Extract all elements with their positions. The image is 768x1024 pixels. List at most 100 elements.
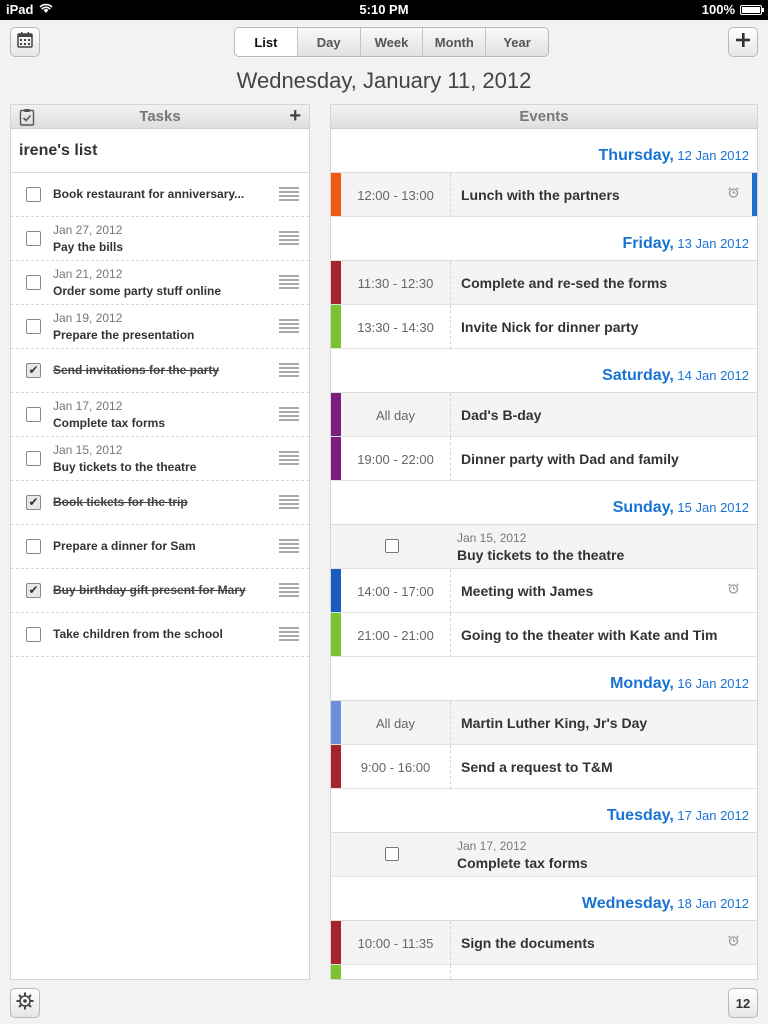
task-row[interactable]: Jan 17, 2012 Complete tax forms — [11, 393, 309, 437]
events-header: Events — [331, 105, 757, 129]
task-row[interactable]: ✔ Buy birthday gift present for Mary — [11, 569, 309, 613]
event-row[interactable]: All day Dad's B-day — [331, 393, 757, 437]
event-title: Sign the documents — [461, 935, 595, 951]
drag-handle-icon[interactable] — [279, 187, 299, 201]
add-task-icon[interactable]: + — [289, 105, 301, 128]
event-row[interactable]: 12:00 - 13:00 Lunch with the partners — [331, 173, 757, 217]
event-row[interactable]: 19:00 - 22:00 Dinner party with Dad and f… — [331, 437, 757, 481]
task-checkbox[interactable] — [385, 539, 399, 553]
alarm-icon — [728, 583, 739, 597]
tab-month[interactable]: Month — [422, 28, 485, 56]
tasks-panel: Tasks + irene's list Book restaurant for… — [10, 104, 310, 980]
event-time: All day — [341, 701, 451, 745]
event-title: Lunch with the partners — [461, 187, 620, 203]
task-checkbox[interactable] — [385, 847, 399, 861]
calendar-button[interactable] — [10, 27, 40, 57]
task-event-row[interactable]: Jan 15, 2012 Buy tickets to the theatre — [331, 525, 757, 569]
day-header: Sunday, 15 Jan 2012 — [331, 481, 757, 525]
event-list[interactable]: Thursday, 12 Jan 2012 12:00 - 13:00 Lunch … — [331, 129, 757, 979]
day-header: Thursday, 12 Jan 2012 — [331, 129, 757, 173]
task-title: Book tickets for the trip — [53, 495, 188, 509]
day-name: Saturday, — [602, 367, 674, 384]
event-time: 10:00 - 11:35 — [341, 921, 451, 965]
list-name: irene's list — [11, 129, 309, 173]
battery-icon — [740, 4, 764, 15]
event-time: 11:30 - 12:30 — [341, 261, 451, 305]
event-row[interactable]: 21:00 - 21:00 Going to the theater with K… — [331, 613, 757, 657]
event-row[interactable]: 9:00 - 16:00 Send a request to T&M — [331, 745, 757, 789]
drag-handle-icon[interactable] — [279, 363, 299, 377]
task-row[interactable]: Jan 21, 2012 Order some party stuff onlin… — [11, 261, 309, 305]
gear-icon — [16, 992, 34, 1015]
task-row[interactable]: ✔ Send invitations for the party — [11, 349, 309, 393]
event-row[interactable]: 13:30 - 14:30 Invite Nick for dinner part… — [331, 305, 757, 349]
task-checkbox[interactable] — [26, 231, 41, 246]
add-event-button[interactable] — [728, 27, 758, 57]
event-time: All day — [341, 393, 451, 437]
selection-indicator — [752, 173, 757, 216]
event-title: Dinner party with Dad and family — [461, 451, 679, 467]
task-row[interactable]: Prepare a dinner for Sam — [11, 525, 309, 569]
event-row[interactable]: All day Martin Luther King, Jr's Day — [331, 701, 757, 745]
tab-day[interactable]: Day — [296, 28, 360, 56]
calendar-color-bar — [331, 173, 341, 216]
task-checkbox[interactable] — [26, 319, 41, 334]
task-checkbox[interactable] — [26, 539, 41, 554]
task-title: Pay the bills — [53, 240, 124, 254]
settings-button[interactable] — [10, 988, 40, 1018]
task-checkbox[interactable] — [26, 187, 41, 202]
drag-handle-icon[interactable] — [279, 407, 299, 421]
task-checkbox[interactable]: ✔ — [26, 583, 41, 598]
task-checkbox[interactable] — [26, 627, 41, 642]
task-checkbox[interactable]: ✔ — [26, 363, 41, 378]
task-checkbox[interactable]: ✔ — [26, 495, 41, 510]
task-event-row[interactable]: Jan 17, 2012 Complete tax forms — [331, 833, 757, 877]
calendar-color-bar — [331, 921, 341, 964]
event-row[interactable] — [331, 965, 757, 979]
drag-handle-icon[interactable] — [279, 231, 299, 245]
task-row[interactable]: Take children from the school — [11, 613, 309, 657]
drag-handle-icon[interactable] — [279, 495, 299, 509]
task-title: Buy birthday gift present for Mary — [53, 583, 246, 597]
event-title: Meeting with James — [461, 583, 594, 599]
today-button[interactable]: 12 — [728, 988, 758, 1018]
task-title: Complete tax forms — [53, 416, 166, 430]
calendar-color-bar — [331, 613, 341, 656]
drag-handle-icon[interactable] — [279, 451, 299, 465]
task-title: Complete tax forms — [457, 855, 588, 871]
drag-handle-icon[interactable] — [279, 627, 299, 641]
day-date: 12 Jan 2012 — [677, 148, 749, 163]
drag-handle-icon[interactable] — [279, 319, 299, 333]
task-date: Jan 15, 2012 — [457, 531, 527, 545]
event-time: 13:30 - 14:30 — [341, 305, 451, 349]
task-title: Buy tickets to the theatre — [53, 460, 197, 474]
task-row[interactable]: Jan 19, 2012 Prepare the presentation — [11, 305, 309, 349]
clipboard-icon[interactable] — [19, 108, 35, 130]
tab-year[interactable]: Year — [485, 28, 548, 56]
event-title: Martin Luther King, Jr's Day — [461, 715, 648, 731]
day-date: 16 Jan 2012 — [677, 676, 749, 691]
task-title: Order some party stuff online — [53, 284, 222, 298]
day-name: Sunday, — [612, 499, 674, 516]
task-checkbox[interactable] — [26, 275, 41, 290]
event-time: 21:00 - 21:00 — [341, 613, 451, 657]
event-time: 9:00 - 16:00 — [341, 745, 451, 789]
drag-handle-icon[interactable] — [279, 539, 299, 553]
tab-list[interactable]: List — [235, 28, 297, 56]
event-row[interactable]: 11:30 - 12:30 Complete and re-sed the for… — [331, 261, 757, 305]
task-checkbox[interactable] — [26, 407, 41, 422]
task-row[interactable]: Book restaurant for anniversary... — [11, 173, 309, 217]
event-row[interactable]: 10:00 - 11:35 Sign the documents — [331, 921, 757, 965]
task-date: Jan 19, 2012 — [53, 311, 123, 325]
task-row[interactable]: Jan 15, 2012 Buy tickets to the theatre — [11, 437, 309, 481]
alarm-icon — [728, 935, 739, 949]
task-row[interactable]: ✔ Book tickets for the trip — [11, 481, 309, 525]
drag-handle-icon[interactable] — [279, 275, 299, 289]
tab-week[interactable]: Week — [359, 28, 423, 56]
event-row[interactable]: 14:00 - 17:00 Meeting with James — [331, 569, 757, 613]
task-row[interactable]: Jan 27, 2012 Pay the bills — [11, 217, 309, 261]
drag-handle-icon[interactable] — [279, 583, 299, 597]
task-title: Buy tickets to the theatre — [457, 547, 625, 563]
task-checkbox[interactable] — [26, 451, 41, 466]
day-header: Saturday, 14 Jan 2012 — [331, 349, 757, 393]
